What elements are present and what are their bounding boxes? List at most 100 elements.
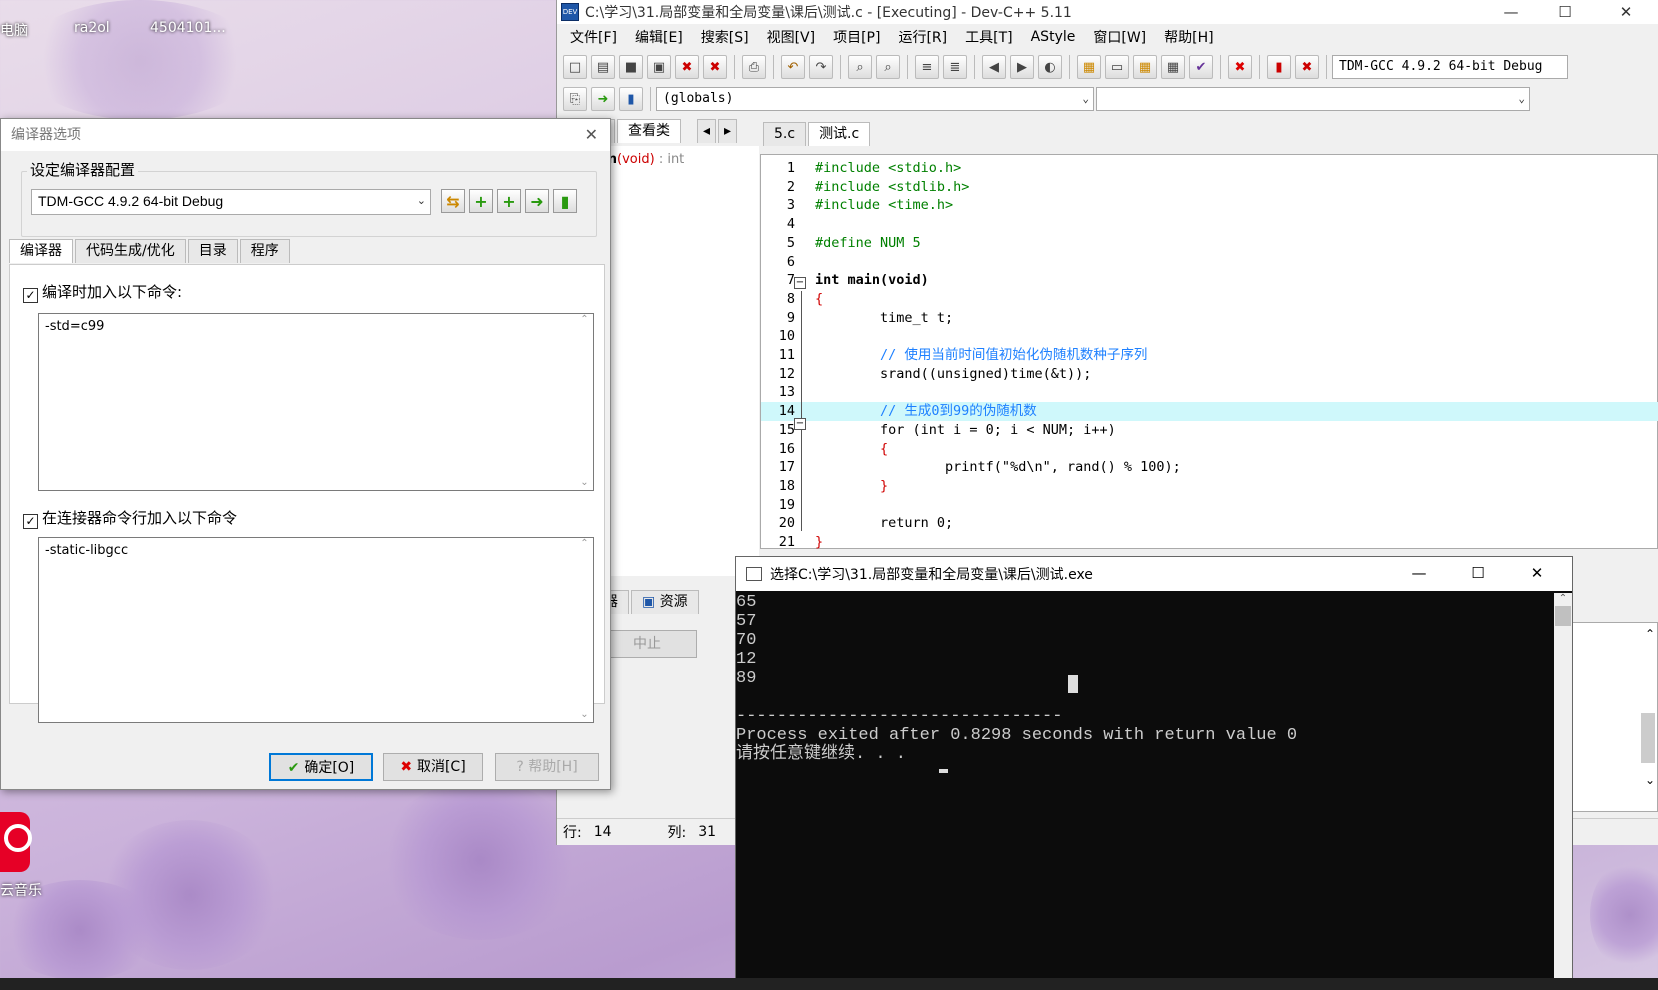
rename-config-icon[interactable]: ⇆ xyxy=(441,189,465,213)
goto-back-icon[interactable]: ◀ xyxy=(982,55,1006,79)
code-line[interactable]: 9 time_t t; xyxy=(761,309,1658,328)
tab-directories[interactable]: 目录 xyxy=(187,239,238,263)
bookmark-icon[interactable]: ◐ xyxy=(1038,55,1062,79)
taskbar[interactable] xyxy=(0,978,1658,990)
tab-resources[interactable]: ▣ 资源 xyxy=(631,590,699,614)
tab-codegen[interactable]: 代码生成/优化 xyxy=(75,239,186,263)
find-config-icon[interactable]: ➜ xyxy=(525,189,549,213)
compile-run-icon[interactable]: ▦ xyxy=(1133,55,1157,79)
save-all-icon[interactable]: ▣ xyxy=(647,55,671,79)
goto-forward-icon[interactable]: ▶ xyxy=(1010,55,1034,79)
code-line[interactable]: 3 #include <time.h> xyxy=(761,196,1658,215)
tab-compiler[interactable]: 编译器 xyxy=(9,239,73,263)
code-line[interactable]: 7 int main(void) xyxy=(761,271,1658,290)
code-line[interactable]: 18 } xyxy=(761,477,1658,496)
goto-bookmark-icon[interactable]: ▮ xyxy=(619,87,643,111)
code-line[interactable]: 1 #include <stdio.h> xyxy=(761,159,1658,178)
compile-commands-textarea[interactable]: -std=c99 ⌃ ⌄ xyxy=(38,313,594,491)
desktop-icon-label[interactable]: 电脑 xyxy=(0,20,28,40)
compile-commands-checkbox[interactable]: ✓ 编译时加入以下命令: xyxy=(23,281,182,303)
close-all-icon[interactable]: ✖ xyxy=(703,55,727,79)
fold-minus-icon[interactable]: − xyxy=(794,418,806,430)
undo-icon[interactable]: ↶ xyxy=(781,55,805,79)
compile-icon[interactable]: ▦ xyxy=(1077,55,1101,79)
tab-file-test[interactable]: 测试.c xyxy=(808,122,871,146)
console-maximize-button[interactable]: ☐ xyxy=(1455,561,1501,585)
console-minimize-button[interactable]: — xyxy=(1396,561,1442,585)
syntax-check-icon[interactable]: ✔ xyxy=(1189,55,1213,79)
tab-classes[interactable]: 查看类 xyxy=(617,119,681,143)
code-line[interactable]: 2 #include <stdlib.h> xyxy=(761,178,1658,197)
linker-commands-checkbox[interactable]: ✓ 在连接器命令行加入以下命令 xyxy=(23,507,237,529)
help-button[interactable]: ? 帮助[H] xyxy=(495,753,599,781)
members-select[interactable]: ⌄ xyxy=(1096,87,1530,111)
close-file-icon[interactable]: ✖ xyxy=(675,55,699,79)
menu-help[interactable]: 帮助[H] xyxy=(1155,27,1222,47)
delete-profile-icon[interactable]: ✖ xyxy=(1295,55,1319,79)
code-line[interactable]: 11 // 使用当前时间值初始化伪随机数种子序列 xyxy=(761,346,1658,365)
scroll-up-icon[interactable]: ⌃ xyxy=(1554,593,1572,604)
menu-project[interactable]: 项目[P] xyxy=(824,27,889,47)
globals-select[interactable]: (globals) ⌄ xyxy=(656,87,1094,111)
scroll-down-icon[interactable]: ⌄ xyxy=(1645,773,1655,787)
textarea-scrollbar[interactable]: ⌃ ⌄ xyxy=(576,314,593,490)
save-icon[interactable]: ■ xyxy=(619,55,643,79)
menu-edit[interactable]: 编辑[E] xyxy=(626,27,692,47)
maximize-button[interactable]: ☐ xyxy=(1542,0,1588,24)
code-editor[interactable]: 1 #include <stdio.h> 2 #include <stdlib.h> 3… xyxy=(760,154,1658,552)
code-line[interactable]: 4 xyxy=(761,215,1658,234)
tab-scroll-left-icon[interactable]: ◂ xyxy=(697,119,717,143)
desktop-icon-label[interactable]: 4504101... xyxy=(150,20,226,36)
dialog-close-icon[interactable]: ✕ xyxy=(585,125,598,144)
unindent-icon[interactable]: ≣ xyxy=(943,55,967,79)
indent-icon[interactable]: ≡ xyxy=(915,55,939,79)
console-scrollbar-thumb[interactable] xyxy=(1555,606,1571,626)
profile-icon[interactable]: ▮ xyxy=(1267,55,1291,79)
print-icon[interactable]: ⎙ xyxy=(742,55,766,79)
menu-run[interactable]: 运行[R] xyxy=(889,27,956,47)
minimize-button[interactable]: — xyxy=(1488,0,1534,24)
tab-file-5c[interactable]: 5.c xyxy=(763,122,807,146)
delete-config-icon[interactable]: ▮ xyxy=(553,189,577,213)
menu-window[interactable]: 窗口[W] xyxy=(1084,27,1155,47)
console-scrollbar[interactable]: ⌃ xyxy=(1554,593,1572,989)
close-button[interactable]: ✕ xyxy=(1603,0,1649,24)
rebuild-icon[interactable]: ▦ xyxy=(1161,55,1185,79)
new-file-icon[interactable]: □ xyxy=(563,55,587,79)
desktop-icon-label[interactable]: 云音乐 xyxy=(0,880,42,900)
tab-programs[interactable]: 程序 xyxy=(239,239,290,263)
netease-music-icon[interactable] xyxy=(0,812,32,872)
cancel-button[interactable]: ✖ 取消[C] xyxy=(383,753,483,781)
menu-tools[interactable]: 工具[T] xyxy=(956,27,1021,47)
toggle-bookmark-icon[interactable]: ➜ xyxy=(591,87,615,111)
code-line[interactable]: 10 xyxy=(761,327,1658,346)
fold-minus-icon[interactable]: − xyxy=(794,277,806,289)
add-config-icon[interactable]: + xyxy=(469,189,493,213)
open-file-icon[interactable]: ▤ xyxy=(591,55,615,79)
code-line[interactable]: 16 { xyxy=(761,440,1658,459)
linker-commands-textarea[interactable]: -static-libgcc ⌃ ⌄ xyxy=(38,537,594,723)
code-line[interactable]: 19 xyxy=(761,496,1658,515)
compiler-config-select[interactable]: TDM-GCC 4.9.2 64-bit Debug ⌄ xyxy=(31,189,431,215)
menu-file[interactable]: 文件[F] xyxy=(561,27,626,47)
scroll-up-icon[interactable]: ⌃ xyxy=(1645,627,1655,641)
code-line[interactable]: 21} xyxy=(761,533,1658,552)
menu-search[interactable]: 搜索[S] xyxy=(692,27,758,47)
code-line[interactable]: 20 return 0; xyxy=(761,514,1658,533)
code-line[interactable]: 6 xyxy=(761,253,1658,272)
abort-button[interactable]: 中止 xyxy=(597,630,697,658)
textarea-scrollbar[interactable]: ⌃ ⌄ xyxy=(576,538,593,722)
code-line[interactable]: 5 #define NUM 5 xyxy=(761,234,1658,253)
insert-icon[interactable]: ⎘ xyxy=(563,87,587,111)
redo-icon[interactable]: ↷ xyxy=(809,55,833,79)
code-line[interactable]: 13 xyxy=(761,383,1658,402)
stop-execution-icon[interactable]: ✖ xyxy=(1228,55,1252,79)
desktop-icon-label[interactable]: ra2ol xyxy=(74,20,110,36)
console-close-button[interactable]: ✕ xyxy=(1514,561,1560,585)
code-line[interactable]: 8{ xyxy=(761,290,1658,309)
tab-scroll-right-icon[interactable]: ▸ xyxy=(718,119,738,143)
menu-astyle[interactable]: AStyle xyxy=(1022,29,1085,45)
add-config-empty-icon[interactable]: + xyxy=(497,189,521,213)
console-window[interactable]: 选择C:\学习\31.局部变量和全局变量\课后\测试.exe — ☐ ✕ 65 5… xyxy=(735,556,1573,990)
find-icon[interactable]: ⌕ xyxy=(848,55,872,79)
